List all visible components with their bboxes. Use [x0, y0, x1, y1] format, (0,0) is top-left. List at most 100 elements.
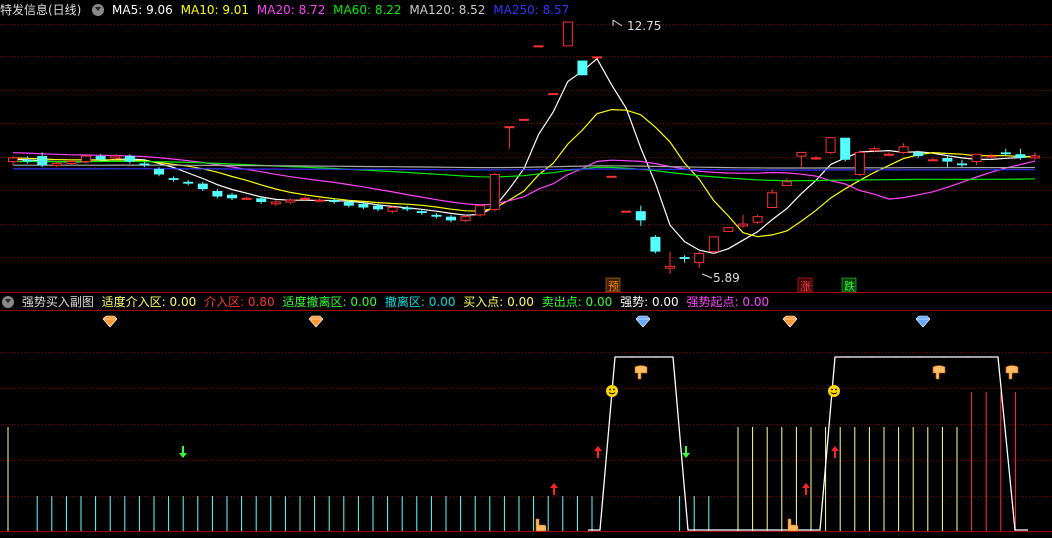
- sub-grid: [0, 352, 1052, 532]
- indicator-label: 买入点: 0.00: [463, 295, 534, 309]
- smiley-icons: [606, 385, 840, 397]
- candle: [957, 159, 967, 168]
- diamond-icon: [308, 315, 324, 328]
- smiley-icon: [828, 385, 840, 397]
- down-arrow-icon: [682, 446, 690, 458]
- marker-yu: 预: [608, 280, 619, 293]
- dropdown-circle-icon[interactable]: [92, 4, 105, 16]
- hand-flag-icon: [634, 365, 648, 380]
- candle: [811, 156, 821, 160]
- candle: [8, 156, 18, 166]
- ma-line: [12, 152, 1036, 206]
- marker-zhang: 涨: [800, 280, 811, 293]
- ma60-label: MA60: 8.22: [333, 3, 402, 17]
- high-price-label: 12.75: [627, 19, 661, 33]
- candle: [270, 200, 281, 206]
- ma10-label: MA10: 9.01: [180, 3, 250, 17]
- candle: [504, 126, 515, 149]
- up-arrow-icon: [594, 446, 602, 458]
- low-annotation: 5.89: [701, 271, 740, 285]
- up-arrow-icon: [550, 483, 558, 495]
- down-arrow-icon: [179, 446, 187, 458]
- candle: [767, 189, 778, 209]
- candle: [679, 255, 690, 263]
- candle: [884, 152, 894, 157]
- diamond-icon: [102, 315, 118, 328]
- candle: [927, 157, 938, 162]
- hand-flag-icon: [1005, 365, 1019, 380]
- candle: [300, 196, 310, 201]
- candle: [577, 60, 588, 76]
- diamond-icon: [915, 315, 931, 328]
- candle: [519, 118, 529, 121]
- indicator-label: 适度介入区: 0.00: [101, 295, 197, 309]
- ma5-label: MA5: 9.06: [112, 3, 173, 17]
- smiley-icon: [606, 385, 618, 397]
- candle: [738, 214, 748, 228]
- candle: [285, 198, 296, 204]
- indicator-label: 适度撤离区: 0.00: [282, 295, 378, 309]
- up-arrow-icon: [802, 483, 810, 495]
- diamond-icons: [102, 315, 931, 328]
- candle: [402, 205, 413, 212]
- candle: [139, 161, 150, 168]
- signal-arrows: [179, 446, 839, 495]
- ma-line: [12, 108, 1036, 238]
- candle: [460, 214, 471, 223]
- candle: [635, 205, 646, 226]
- ma120-label: MA120: 8.52: [409, 3, 486, 17]
- sub-panel-title: 强势买入副图: [21, 295, 94, 309]
- candle: [66, 159, 77, 166]
- candle: [694, 251, 705, 269]
- main-panel-title: 特发信息(日线): [0, 3, 82, 17]
- indicator-label: 强势起点: 0.00: [686, 295, 770, 309]
- ma-line: [13, 164, 1036, 169]
- candle: [51, 161, 62, 168]
- diamond-icon: [782, 315, 798, 328]
- candlestick-chart[interactable]: 12.75 5.89 预 涨 跌: [0, 0, 1052, 538]
- ma250-label: MA250: 8.57: [493, 3, 570, 17]
- candle: [548, 93, 559, 96]
- candle: [1030, 152, 1040, 160]
- candle: [475, 203, 486, 217]
- candle: [986, 154, 997, 158]
- dropdown-circle-icon[interactable]: [2, 296, 14, 308]
- candle: [942, 156, 953, 168]
- main-panel-header: 特发信息(日线) MA5: 9.06 MA10: 9.01 MA20: 8.72…: [0, 1, 573, 19]
- strength-line: [588, 356, 1028, 531]
- hand-flag-icon: [932, 365, 946, 380]
- candle: [446, 214, 456, 223]
- candle: [592, 56, 602, 59]
- candles: [8, 21, 1040, 274]
- candle: [606, 175, 617, 178]
- candle: [314, 198, 325, 202]
- candle: [854, 150, 865, 177]
- main-grid: [0, 24, 1052, 258]
- ma20-label: MA20: 8.72: [256, 3, 326, 17]
- indicator-bars: [7, 392, 1016, 531]
- diamond-icon: [635, 315, 651, 328]
- candle: [37, 152, 48, 168]
- candle: [489, 172, 500, 212]
- candle: [562, 21, 573, 47]
- candle: [197, 181, 208, 191]
- candle: [840, 137, 851, 162]
- indicator-label: 介入区: 0.80: [204, 295, 275, 309]
- pointing-hand-icon: [535, 518, 547, 532]
- candle: [898, 143, 909, 155]
- candle: [708, 236, 719, 254]
- candle: [81, 154, 91, 164]
- candle: [431, 213, 442, 219]
- candle: [752, 214, 763, 225]
- sub-panel-header: 强势买入副图 适度介入区: 0.00 介入区: 0.80 适度撤离区: 0.00…: [0, 293, 773, 311]
- indicator-label: 卖出点: 0.00: [541, 295, 613, 309]
- indicator-label: 撤离区: 0.00: [384, 295, 456, 309]
- candle: [227, 192, 237, 201]
- low-price-label: 5.89: [713, 271, 740, 285]
- up-arrow-icon: [831, 446, 839, 458]
- candle: [781, 178, 792, 186]
- candle: [796, 151, 807, 168]
- candle: [183, 179, 194, 186]
- candle: [665, 251, 675, 274]
- candle: [650, 235, 661, 254]
